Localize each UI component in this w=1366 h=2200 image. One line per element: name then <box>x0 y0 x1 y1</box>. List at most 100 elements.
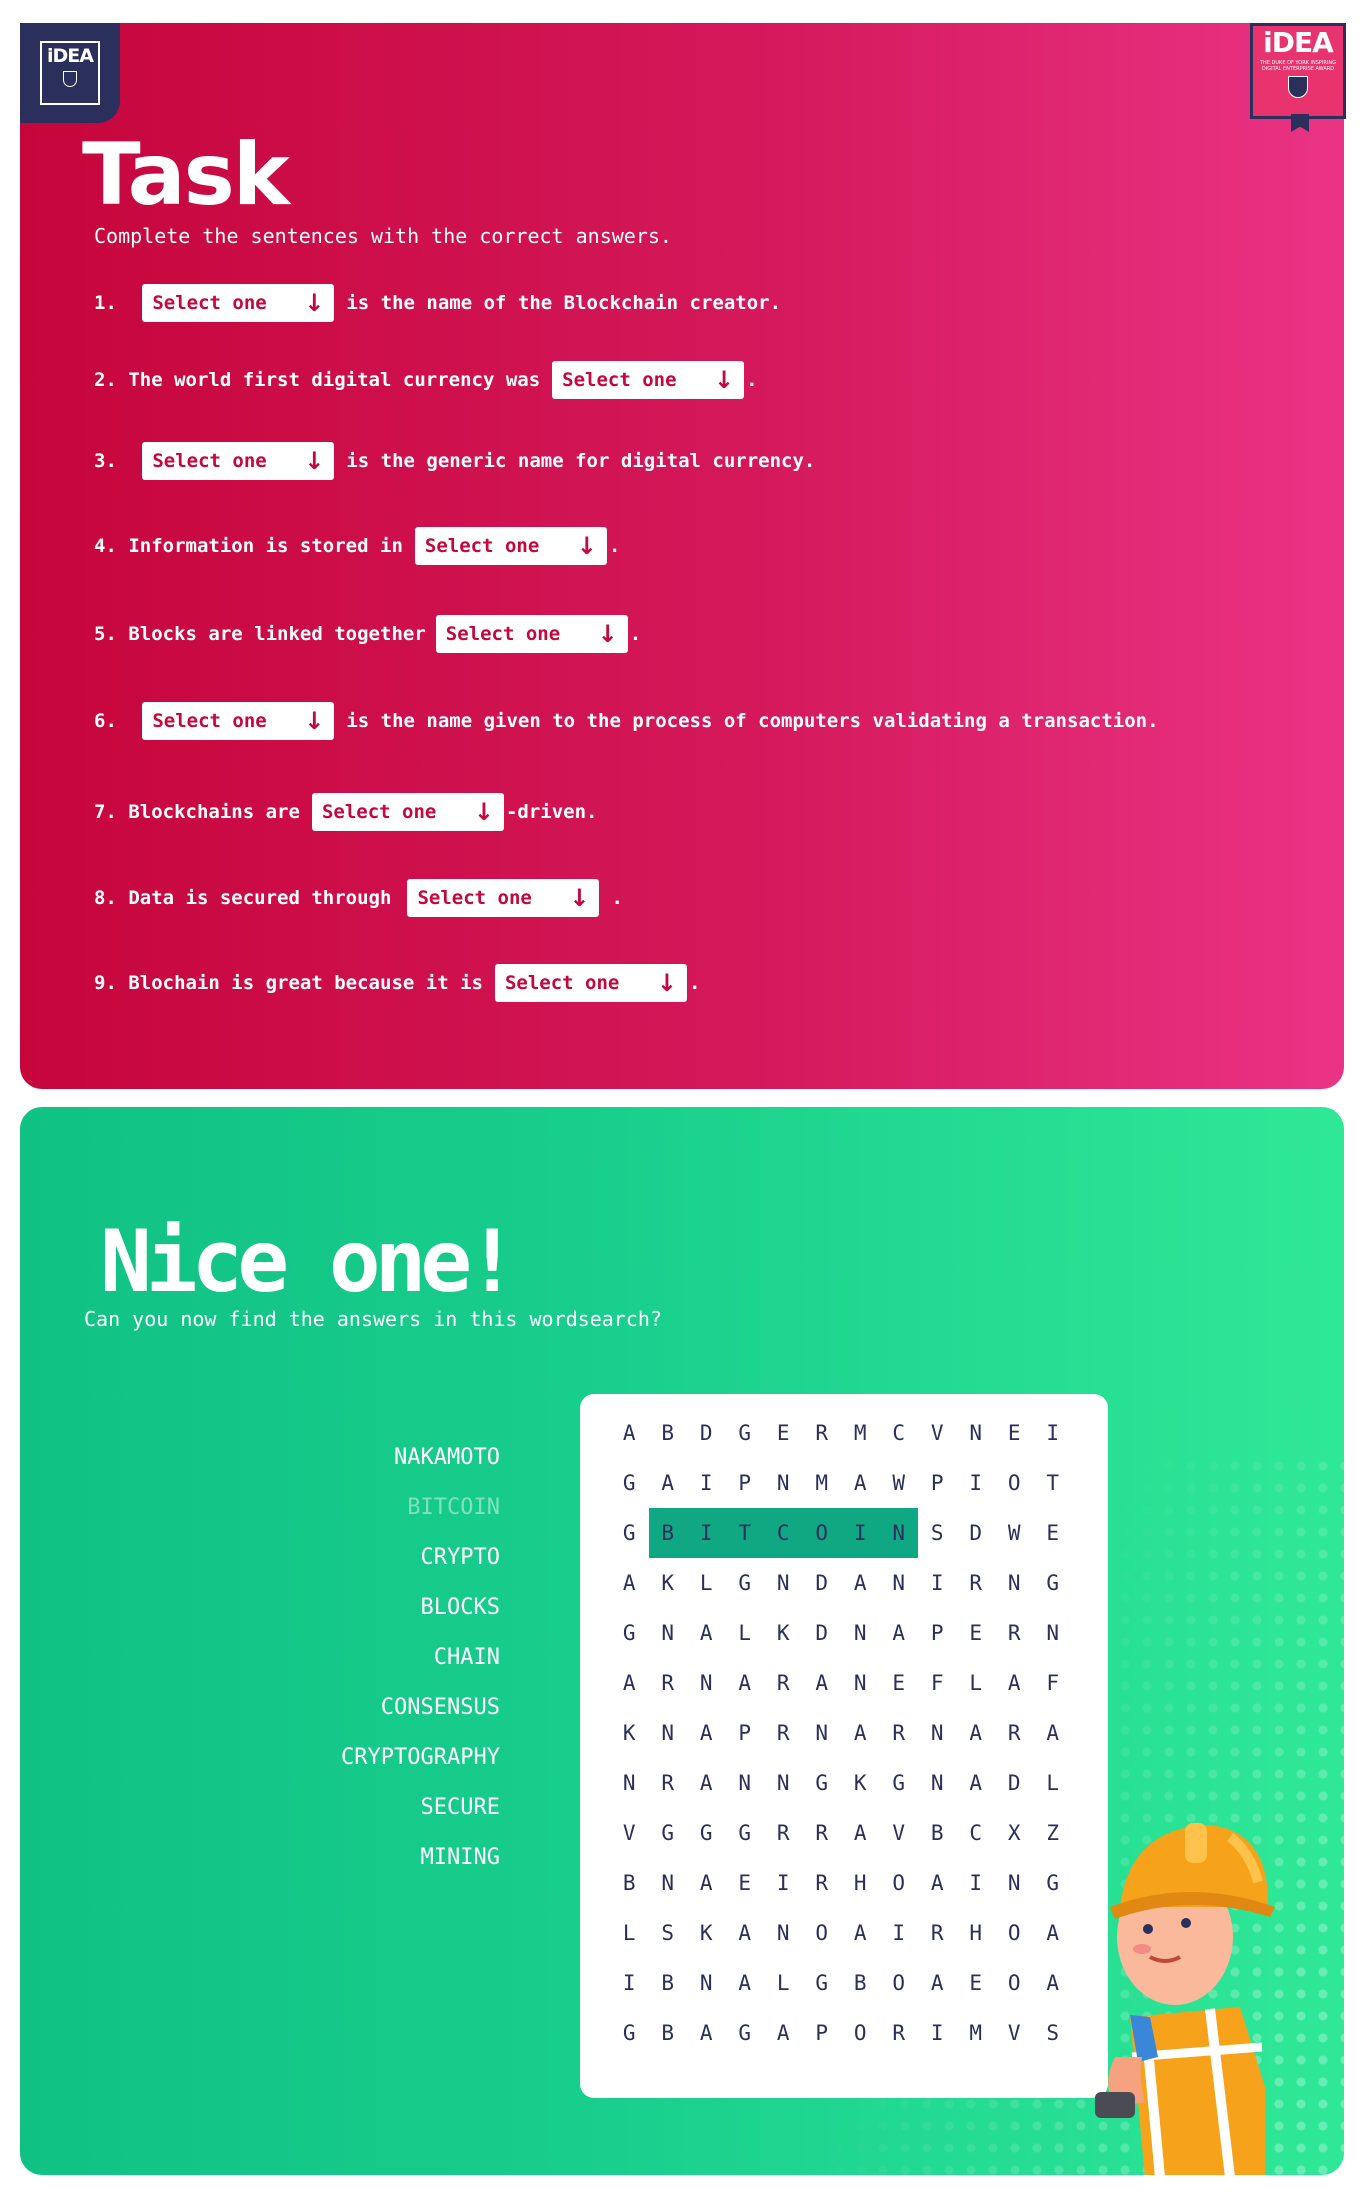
grid-cell[interactable]: I <box>957 1458 996 1508</box>
grid-cell[interactable]: S <box>649 1908 688 1958</box>
grid-cell[interactable]: N <box>764 1558 803 1608</box>
grid-cell[interactable]: H <box>841 1858 880 1908</box>
grid-cell[interactable]: A <box>918 1858 957 1908</box>
grid-cell[interactable]: P <box>918 1458 957 1508</box>
grid-cell[interactable]: R <box>803 1408 842 1458</box>
grid-cell[interactable]: M <box>803 1458 842 1508</box>
grid-cell[interactable]: G <box>726 1808 765 1858</box>
grid-cell[interactable]: K <box>687 1908 726 1958</box>
grid-cell[interactable]: R <box>918 1908 957 1958</box>
grid-cell[interactable]: G <box>726 2008 765 2058</box>
grid-cell[interactable]: O <box>841 2008 880 2058</box>
grid-cell[interactable]: N <box>995 1558 1034 1608</box>
grid-cell[interactable]: L <box>726 1608 765 1658</box>
grid-cell[interactable]: O <box>995 1958 1034 2008</box>
grid-cell[interactable]: F <box>918 1658 957 1708</box>
grid-cell[interactable]: G <box>726 1408 765 1458</box>
grid-cell[interactable]: R <box>880 1708 919 1758</box>
grid-cell[interactable]: K <box>649 1558 688 1608</box>
grid-cell[interactable]: E <box>957 1608 996 1658</box>
grid-cell[interactable]: A <box>726 1958 765 2008</box>
grid-cell[interactable]: G <box>803 1958 842 2008</box>
grid-cell[interactable]: N <box>687 1658 726 1708</box>
grid-cell[interactable]: B <box>649 2008 688 2058</box>
grid-cell[interactable]: M <box>841 1408 880 1458</box>
select-answer-8[interactable]: Select one ↓ <box>407 879 600 917</box>
grid-cell[interactable]: N <box>610 1758 649 1808</box>
grid-cell[interactable]: A <box>687 1708 726 1758</box>
grid-cell[interactable]: B <box>649 1408 688 1458</box>
grid-cell[interactable]: N <box>1034 1608 1073 1658</box>
grid-cell[interactable]: I <box>957 1858 996 1908</box>
grid-cell[interactable]: A <box>1034 1908 1073 1958</box>
grid-cell[interactable]: G <box>803 1758 842 1808</box>
grid-cell[interactable]: A <box>726 1658 765 1708</box>
grid-cell[interactable]: N <box>687 1958 726 2008</box>
select-answer-6[interactable]: Select one ↓ <box>142 702 335 740</box>
select-answer-9[interactable]: Select one ↓ <box>494 964 687 1002</box>
grid-cell[interactable]: O <box>995 1458 1034 1508</box>
grid-cell[interactable]: N <box>879 1508 918 1558</box>
grid-cell[interactable]: K <box>610 1708 649 1758</box>
grid-cell[interactable]: D <box>803 1608 842 1658</box>
grid-cell[interactable]: N <box>764 1758 803 1808</box>
grid-cell[interactable]: I <box>1034 1408 1073 1458</box>
grid-cell[interactable]: A <box>918 1958 957 2008</box>
grid-cell[interactable]: A <box>610 1558 649 1608</box>
grid-cell[interactable]: R <box>957 1558 996 1608</box>
grid-cell[interactable]: B <box>918 1808 957 1858</box>
grid-cell[interactable]: E <box>880 1658 919 1708</box>
grid-cell[interactable]: A <box>726 1908 765 1958</box>
grid-cell[interactable]: H <box>957 1908 996 1958</box>
grid-cell[interactable]: B <box>648 1508 687 1558</box>
grid-cell[interactable]: S <box>1034 2008 1073 2058</box>
grid-cell[interactable]: P <box>726 1458 765 1508</box>
grid-cell[interactable]: O <box>995 1908 1034 1958</box>
grid-cell[interactable]: R <box>764 1708 803 1758</box>
grid-cell[interactable]: B <box>649 1958 688 2008</box>
grid-cell[interactable]: A <box>1034 1958 1073 2008</box>
grid-cell[interactable]: I <box>687 1508 726 1558</box>
grid-cell[interactable]: T <box>1034 1458 1073 1508</box>
grid-cell[interactable]: R <box>649 1758 688 1808</box>
grid-cell[interactable]: W <box>995 1508 1034 1558</box>
select-answer-3[interactable]: Select one ↓ <box>142 442 335 480</box>
grid-cell[interactable]: N <box>841 1658 880 1708</box>
grid-cell[interactable]: A <box>841 1458 880 1508</box>
grid-cell[interactable]: R <box>764 1658 803 1708</box>
grid-cell[interactable]: A <box>841 1708 880 1758</box>
grid-cell[interactable]: R <box>764 1808 803 1858</box>
grid-cell[interactable]: A <box>803 1658 842 1708</box>
grid-cell[interactable]: G <box>649 1808 688 1858</box>
grid-cell[interactable]: P <box>803 2008 842 2058</box>
select-answer-7[interactable]: Select one ↓ <box>311 793 504 831</box>
grid-cell[interactable]: Z <box>1034 1808 1073 1858</box>
grid-cell[interactable]: A <box>841 1558 880 1608</box>
grid-cell[interactable]: O <box>880 1858 919 1908</box>
grid-cell[interactable]: S <box>918 1508 957 1558</box>
grid-cell[interactable]: A <box>687 1608 726 1658</box>
grid-cell[interactable]: N <box>880 1558 919 1608</box>
grid-cell[interactable]: G <box>610 1458 649 1508</box>
grid-cell[interactable]: V <box>610 1808 649 1858</box>
grid-cell[interactable]: N <box>764 1458 803 1508</box>
grid-cell[interactable]: N <box>995 1858 1034 1908</box>
grid-cell[interactable]: P <box>918 1608 957 1658</box>
grid-cell[interactable]: R <box>880 2008 919 2058</box>
grid-cell[interactable]: L <box>687 1558 726 1608</box>
select-answer-2[interactable]: Select one ↓ <box>552 361 745 399</box>
grid-cell[interactable]: A <box>764 2008 803 2058</box>
grid-cell[interactable]: N <box>841 1608 880 1658</box>
grid-cell[interactable]: L <box>610 1908 649 1958</box>
grid-cell[interactable]: I <box>880 1908 919 1958</box>
grid-cell[interactable]: C <box>880 1408 919 1458</box>
grid-cell[interactable]: A <box>687 1758 726 1808</box>
grid-cell[interactable]: I <box>764 1858 803 1908</box>
grid-cell[interactable]: D <box>995 1758 1034 1808</box>
grid-cell[interactable]: G <box>687 1808 726 1858</box>
grid-cell[interactable]: K <box>764 1608 803 1658</box>
grid-cell[interactable]: I <box>841 1508 880 1558</box>
grid-cell[interactable]: V <box>995 2008 1034 2058</box>
grid-cell[interactable]: E <box>726 1858 765 1908</box>
grid-cell[interactable]: M <box>957 2008 996 2058</box>
